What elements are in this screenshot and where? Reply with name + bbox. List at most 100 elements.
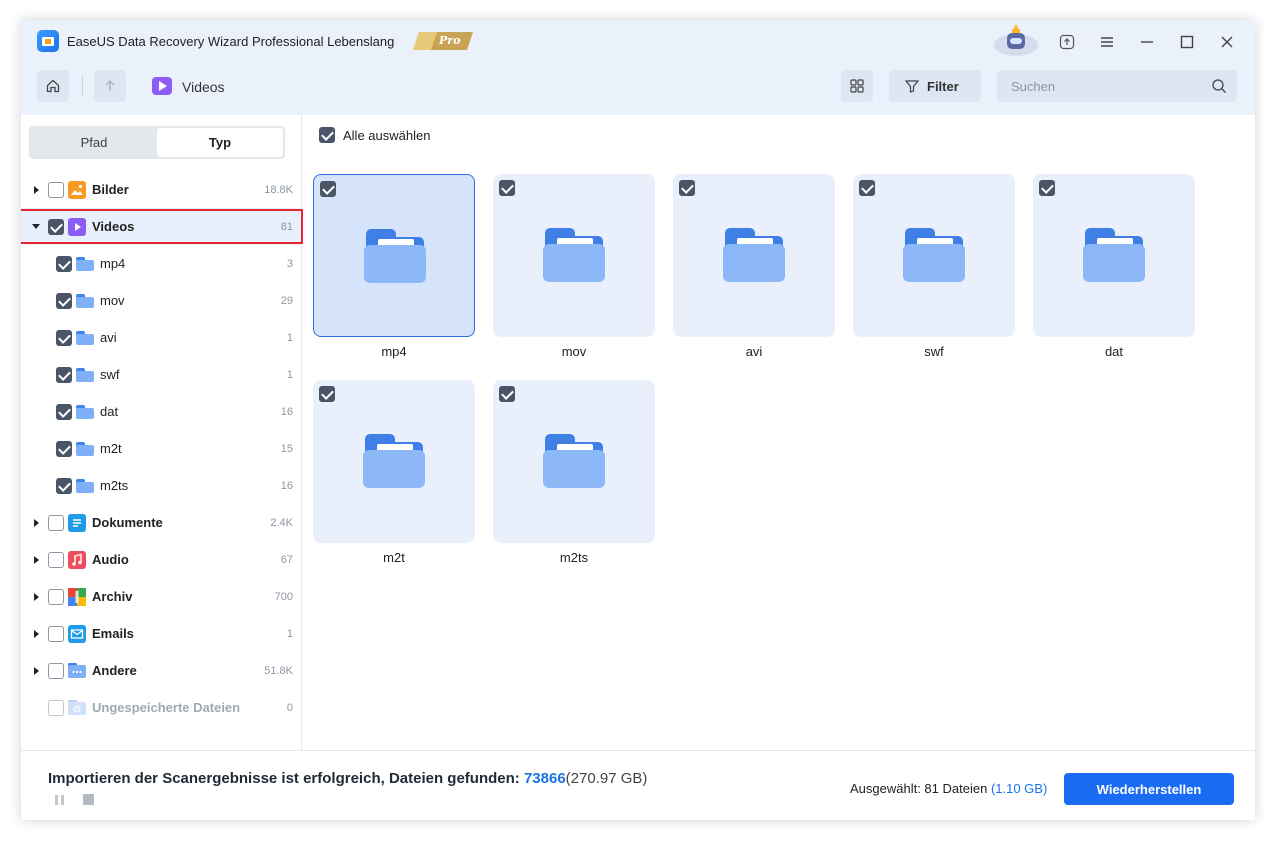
checkbox[interactable]: [48, 588, 64, 605]
tree-subitem-mp4[interactable]: mp4 3: [21, 245, 302, 282]
select-all-label: Alle auswählen: [343, 127, 431, 143]
pause-icon[interactable]: [54, 794, 66, 806]
tile-checkbox[interactable]: [859, 180, 875, 196]
folder-icon: [1083, 228, 1145, 282]
tree-subitem-swf[interactable]: swf 1: [21, 356, 302, 393]
item-count: 67: [280, 553, 293, 566]
expand-arrow-icon[interactable]: [31, 555, 41, 565]
checkbox[interactable]: [56, 403, 72, 420]
music-icon: [68, 550, 86, 569]
checkbox[interactable]: [48, 551, 64, 568]
tile-checkbox[interactable]: [320, 181, 336, 197]
checkbox[interactable]: [56, 292, 72, 309]
stop-icon[interactable]: [83, 794, 94, 805]
checkbox[interactable]: [56, 477, 72, 494]
other-files-icon: [68, 662, 86, 680]
folder-tile-swf[interactable]: [853, 174, 1015, 337]
item-count: 51.8K: [264, 664, 293, 677]
tile-checkbox[interactable]: [679, 180, 695, 196]
selection-text: Ausgewählt: 81 Dateien: [850, 781, 991, 796]
tree-item-emails[interactable]: Emails 1: [21, 615, 302, 652]
filter-label: Filter: [927, 78, 959, 94]
title-bar: EaseUS Data Recovery Wizard Professional…: [21, 20, 1255, 115]
folder-tile-mov[interactable]: [493, 174, 655, 337]
item-count: 18.8K: [264, 183, 293, 196]
pro-badge-label: Pro: [439, 34, 461, 47]
videos-icon: [152, 77, 172, 95]
checkbox[interactable]: [48, 699, 64, 716]
tree-item-archiv[interactable]: Archiv 700: [21, 578, 302, 615]
images-icon: [68, 180, 86, 199]
tree-subitem-m2ts[interactable]: m2ts 16: [21, 467, 302, 504]
item-count: 16: [280, 479, 293, 492]
search-input[interactable]: [997, 70, 1197, 102]
document-icon: [68, 513, 86, 532]
tree-item-bilder[interactable]: Bilder 18.8K: [21, 171, 302, 208]
filter-icon: [905, 80, 919, 93]
checkbox[interactable]: [48, 181, 64, 198]
checkbox[interactable]: [56, 255, 72, 272]
app-window: EaseUS Data Recovery Wizard Professional…: [21, 20, 1255, 820]
tile-label: m2t: [383, 550, 405, 565]
menu-icon[interactable]: [1093, 31, 1121, 53]
tile-checkbox[interactable]: [499, 386, 515, 402]
select-all[interactable]: Alle auswählen: [319, 127, 430, 143]
folder-tile-avi[interactable]: [673, 174, 835, 337]
item-count: 0: [286, 701, 293, 714]
tree-subitem-m2t[interactable]: m2t 15: [21, 430, 302, 467]
recover-button[interactable]: Wiederherstellen: [1064, 773, 1234, 805]
breadcrumb[interactable]: Videos: [182, 79, 225, 95]
tree-item-andere[interactable]: Andere 51.8K: [21, 652, 302, 689]
selection-size: (1.10 GB): [990, 781, 1048, 796]
tile-label: mov: [561, 344, 587, 359]
expand-arrow-icon[interactable]: [31, 185, 41, 195]
home-button[interactable]: [37, 70, 69, 102]
minimize-icon[interactable]: [1133, 31, 1161, 53]
item-count: 1: [286, 627, 293, 640]
tile-checkbox[interactable]: [1039, 180, 1055, 196]
folder-tile-m2ts[interactable]: [493, 380, 655, 543]
checkbox[interactable]: [48, 625, 64, 642]
checkbox[interactable]: [56, 440, 72, 457]
status-text: Importieren der Scanergebnisse ist erfol…: [48, 770, 524, 787]
search-icon[interactable]: [1211, 78, 1227, 94]
folder-tile-mp4[interactable]: [313, 174, 475, 337]
maximize-icon[interactable]: [1173, 31, 1201, 53]
search-box[interactable]: [997, 70, 1237, 102]
tile-checkbox[interactable]: [499, 180, 515, 196]
tab-typ[interactable]: Typ: [157, 128, 283, 157]
expand-arrow-icon[interactable]: [31, 592, 41, 602]
view-toggle-button[interactable]: [841, 70, 873, 102]
upload-icon[interactable]: [1053, 31, 1081, 53]
scan-status: Importieren der Scanergebnisse ist erfol…: [48, 770, 647, 787]
tree-item-label: Archiv: [92, 589, 133, 604]
tree-item-audio[interactable]: Audio 67: [21, 541, 302, 578]
select-all-checkbox[interactable]: [319, 127, 335, 143]
tree-item-label: avi: [100, 330, 117, 345]
checkbox[interactable]: [56, 329, 72, 346]
expand-arrow-icon[interactable]: [31, 629, 41, 639]
folder-tile-m2t[interactable]: [313, 380, 475, 543]
up-button[interactable]: [94, 70, 126, 102]
sidebar: Pfad Typ Bilder 18.8K Videos 81 mp4 3 mo…: [21, 115, 303, 750]
tree-subitem-avi[interactable]: avi 1: [21, 319, 302, 356]
close-icon[interactable]: [1213, 31, 1241, 53]
expand-arrow-icon[interactable]: [31, 518, 41, 528]
tree-item-unsaved-files[interactable]: Ungespeicherte Dateien 0: [21, 689, 302, 726]
checkbox[interactable]: [56, 366, 72, 383]
tree-item-label: mp4: [100, 256, 126, 271]
tile-checkbox[interactable]: [319, 386, 335, 402]
tree-subitem-dat[interactable]: dat 16: [21, 393, 302, 430]
tab-pfad[interactable]: Pfad: [31, 128, 157, 157]
tree-subitem-mov[interactable]: mov 29: [21, 282, 302, 319]
folder-tile-dat[interactable]: [1033, 174, 1195, 337]
checkbox[interactable]: [48, 514, 64, 531]
found-size: (270.97 GB): [565, 770, 648, 787]
checkbox[interactable]: [48, 662, 64, 679]
account-avatar-icon[interactable]: [993, 23, 1039, 57]
tree-item-dokumente[interactable]: Dokumente 2.4K: [21, 504, 302, 541]
filter-button[interactable]: Filter: [889, 70, 981, 102]
expand-arrow-icon[interactable]: [31, 666, 41, 676]
found-count: 73866: [523, 770, 566, 787]
item-count: 2.4K: [270, 516, 293, 529]
